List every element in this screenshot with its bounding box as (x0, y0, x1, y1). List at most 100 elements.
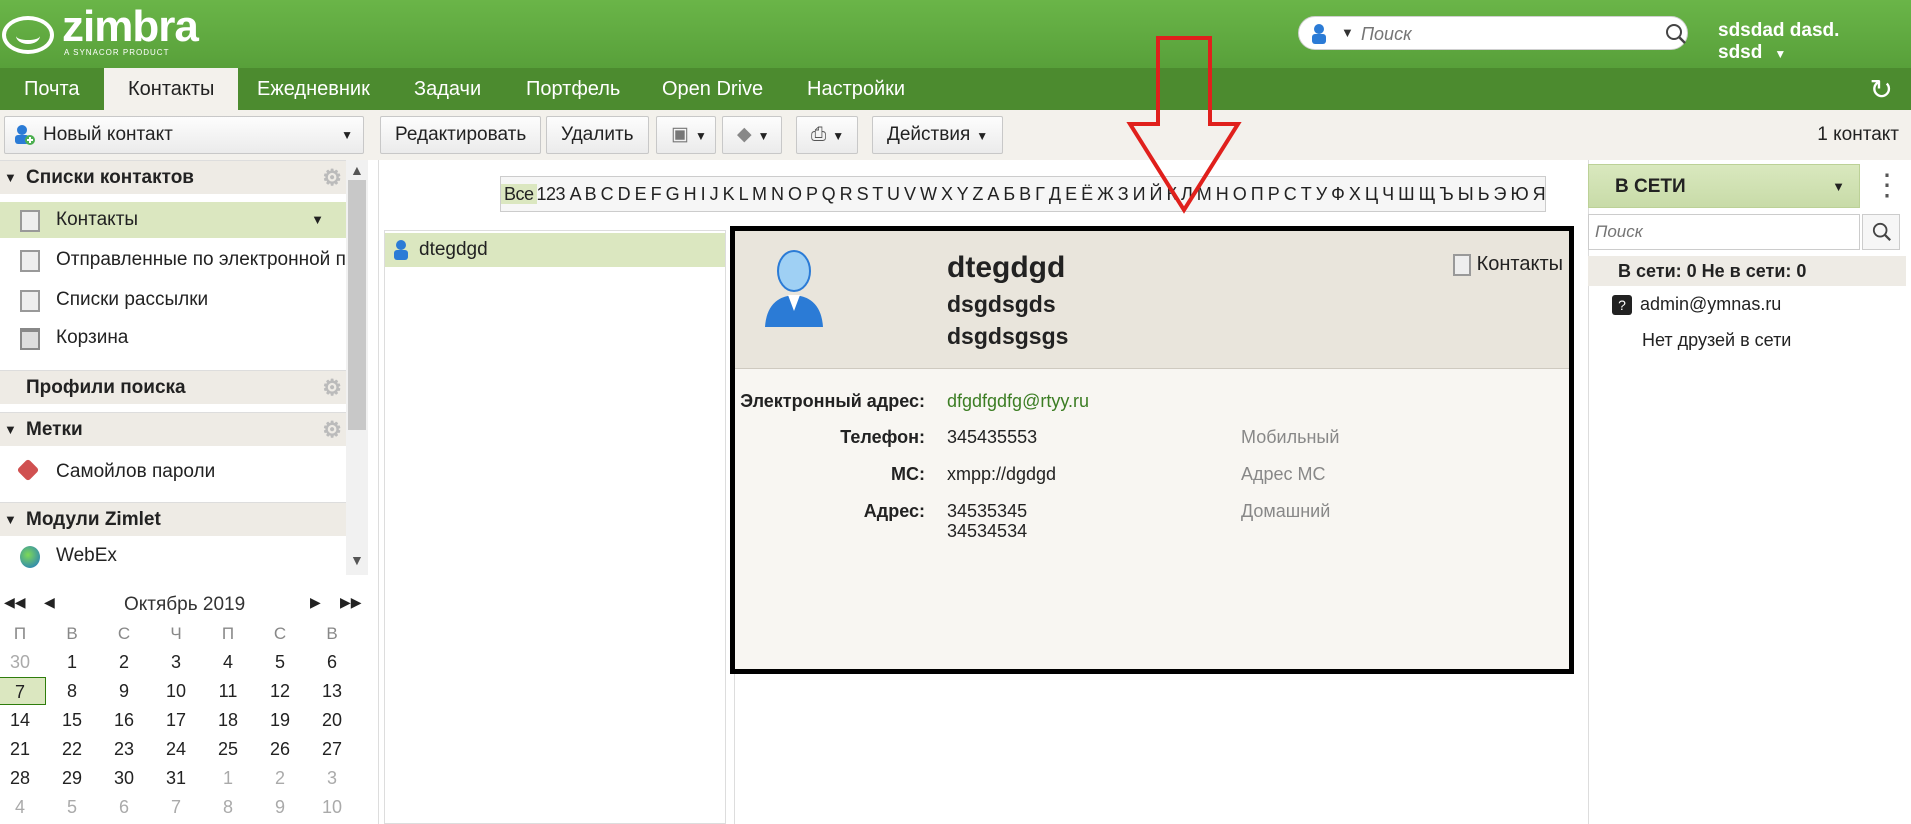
calendar-day[interactable]: 14 (0, 706, 46, 734)
search-scope-dropdown-icon[interactable]: ▼ (1341, 25, 1354, 40)
calendar-day[interactable]: 9 (254, 793, 306, 821)
calendar-day[interactable]: 22 (46, 735, 98, 763)
chevron-up-icon[interactable]: ▲ (350, 162, 364, 178)
calendar-day[interactable]: 17 (150, 706, 202, 734)
list-item[interactable]: dtegdgd (385, 233, 725, 267)
calendar-day[interactable]: 19 (254, 706, 306, 734)
tag-icon: ◆ (737, 124, 752, 145)
chevron-down-icon[interactable]: ▼ (350, 552, 364, 568)
calendar-day[interactable]: 7 (0, 677, 46, 705)
collapse-icon[interactable]: ▼ (4, 161, 17, 195)
email-link[interactable]: dfgdfgdfg@rtyy.ru (947, 391, 1089, 412)
calendar-day[interactable]: 8 (46, 677, 98, 705)
calendar-day[interactable]: 29 (46, 764, 98, 792)
calendar-day[interactable]: 13 (306, 677, 358, 705)
tab-contacts[interactable]: Контакты (104, 68, 239, 110)
prev-month-icon[interactable]: ◀ (44, 594, 55, 611)
alphabet-all[interactable]: Все (501, 184, 537, 204)
calendar-day[interactable]: 1 (46, 648, 98, 676)
more-options-icon[interactable]: ⋮ (1872, 168, 1902, 204)
calendar-day[interactable]: 25 (202, 735, 254, 763)
calendar-day[interactable]: 30 (98, 764, 150, 792)
calendar-day[interactable]: 10 (306, 793, 358, 821)
collapse-icon[interactable]: ▼ (4, 503, 17, 537)
calendar-day[interactable]: 20 (306, 706, 358, 734)
calendar-day[interactable]: 28 (0, 764, 46, 792)
calendar-day[interactable]: 8 (202, 793, 254, 821)
calendar-day[interactable]: 2 (254, 764, 306, 792)
calendar-day[interactable]: 11 (202, 677, 254, 705)
alphabet-letters[interactable]: 123 A B C D E F G H I J K L M N O P Q R … (537, 184, 1546, 204)
gear-icon[interactable]: ⚙ (322, 413, 342, 447)
contact-folder[interactable]: Контакты (1452, 253, 1563, 276)
calendar-day[interactable]: 6 (306, 648, 358, 676)
presence-dropdown[interactable]: В СЕТИ ▼ (1588, 164, 1860, 208)
tab-tasks[interactable]: Задачи (390, 68, 505, 110)
search-profiles-header[interactable]: Профили поиска ⚙ (0, 370, 346, 404)
sidebar-item-webex[interactable]: WebEx (0, 538, 346, 574)
calendar-day[interactable]: 10 (150, 677, 202, 705)
calendar-day[interactable]: 5 (254, 648, 306, 676)
gear-icon[interactable]: ⚙ (322, 371, 342, 405)
tab-briefcase[interactable]: Портфель (502, 68, 644, 110)
person-icon[interactable] (1311, 23, 1327, 45)
zimbra-logo[interactable]: zimbra A SYNACOR PRODUCT (2, 2, 199, 58)
calendar-day[interactable]: 27 (306, 735, 358, 763)
edit-button[interactable]: Редактировать (380, 116, 542, 154)
tab-calendar[interactable]: Ежедневник (233, 68, 394, 110)
calendar-day[interactable]: 5 (46, 793, 98, 821)
calendar-day[interactable]: 6 (98, 793, 150, 821)
calendar-day[interactable]: 24 (150, 735, 202, 763)
move-button[interactable]: ▣ ▼ (656, 116, 716, 154)
calendar-day[interactable]: 3 (150, 648, 202, 676)
gear-icon[interactable]: ⚙ (322, 161, 342, 195)
chevron-down-icon[interactable]: ▼ (341, 117, 353, 153)
calendar-day[interactable]: 30 (0, 648, 46, 676)
calendar-day[interactable]: 4 (0, 793, 46, 821)
tab-mail[interactable]: Почта (0, 68, 104, 110)
sidebar-item-distribution-lists[interactable]: Списки рассылки (0, 282, 346, 318)
sidebar-item-contacts[interactable]: Контакты ▼ (0, 202, 346, 238)
zimlets-header[interactable]: ▼ Модули Zimlet (0, 502, 346, 536)
calendar-day[interactable]: 1 (202, 764, 254, 792)
buddy-item[interactable]: ? admin@ymnas.ru (1612, 294, 1781, 315)
calendar-day[interactable]: 23 (98, 735, 150, 763)
calendar-day[interactable]: 15 (46, 706, 98, 734)
calendar-day[interactable]: 2 (98, 648, 150, 676)
calendar-day[interactable]: 12 (254, 677, 306, 705)
contact-lists-header[interactable]: ▼ Списки контактов ⚙ (0, 160, 346, 194)
calendar-day[interactable]: 7 (150, 793, 202, 821)
calendar-day[interactable]: 18 (202, 706, 254, 734)
calendar-day[interactable]: 9 (98, 677, 150, 705)
delete-button[interactable]: Удалить (546, 116, 649, 154)
sidebar-item-tag[interactable]: Самойлов пароли (0, 454, 346, 490)
chat-search-button[interactable] (1862, 214, 1900, 250)
calendar-day[interactable]: 26 (254, 735, 306, 763)
chat-search-input[interactable] (1589, 215, 1859, 249)
sidebar-item-trash[interactable]: Корзина (0, 320, 346, 356)
tab-settings[interactable]: Настройки (783, 68, 929, 110)
next-month-icon[interactable]: ▶ (310, 594, 321, 611)
refresh-icon[interactable]: ↻ (1870, 73, 1893, 106)
search-icon[interactable] (1665, 23, 1687, 45)
calendar-day[interactable]: 21 (0, 735, 46, 763)
calendar-day[interactable]: 3 (306, 764, 358, 792)
prev-year-icon[interactable]: ◀◀ (4, 594, 26, 611)
chevron-down-icon[interactable]: ▼ (311, 202, 324, 238)
sidebar-item-emailed[interactable]: Отправленные по электронной почте (0, 242, 346, 278)
tag-button[interactable]: ◆ ▼ (722, 116, 782, 154)
print-button[interactable]: ⎙ ▼ (796, 116, 858, 154)
sidebar-scrollbar[interactable]: ▲ ▼ (346, 160, 368, 575)
tags-header[interactable]: ▼ Метки ⚙ (0, 412, 346, 446)
search-input[interactable] (1361, 21, 1641, 47)
new-contact-button[interactable]: Новый контакт ▼ (4, 116, 364, 154)
user-menu[interactable]: sdsdad dasd. sdsd ▼ (1718, 20, 1911, 64)
scrollbar-thumb[interactable] (348, 180, 366, 430)
collapse-icon[interactable]: ▼ (4, 413, 17, 447)
actions-button[interactable]: Действия ▼ (872, 116, 1004, 154)
calendar-day[interactable]: 4 (202, 648, 254, 676)
next-year-icon[interactable]: ▶▶ (340, 594, 362, 611)
calendar-day[interactable]: 16 (98, 706, 150, 734)
calendar-day[interactable]: 31 (150, 764, 202, 792)
tab-open-drive[interactable]: Open Drive (638, 68, 787, 110)
